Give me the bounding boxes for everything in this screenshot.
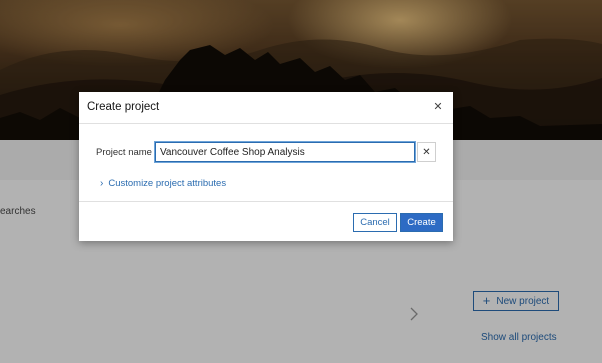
close-icon[interactable]: ✕ [431, 100, 445, 114]
dialog-header: Create project ✕ [79, 92, 453, 124]
customize-label: Customize project attributes [108, 178, 227, 189]
project-name-label: Project name [96, 147, 152, 158]
project-name-input[interactable] [154, 141, 416, 163]
dialog-title: Create project [87, 101, 160, 113]
dialog-footer: Cancel Create [79, 201, 453, 241]
chevron-right-icon: › [100, 178, 104, 189]
clear-icon[interactable]: ✕ [417, 142, 436, 162]
create-button[interactable]: Create [400, 213, 443, 232]
customize-project-attributes-toggle[interactable]: › Customize project attributes [100, 178, 226, 189]
cancel-button[interactable]: Cancel [353, 213, 397, 232]
create-project-dialog: Create project ✕ Project name ✕ › Custom… [79, 92, 453, 241]
